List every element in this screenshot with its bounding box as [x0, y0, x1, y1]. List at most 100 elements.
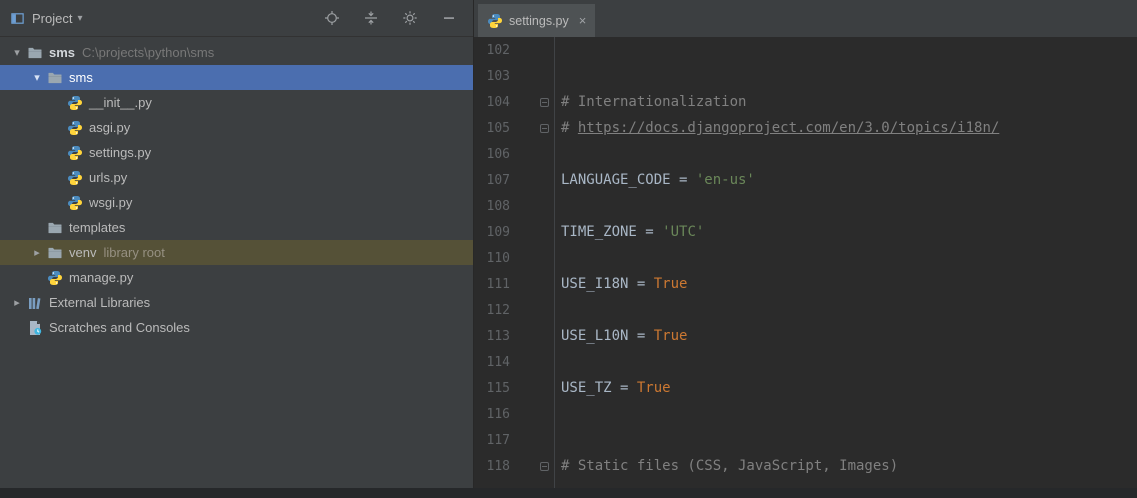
- tree-item-label: Scratches and Consoles: [49, 320, 190, 335]
- tree-item-label: sms: [49, 45, 76, 60]
- code-line-107[interactable]: 107 LANGUAGE_CODE = 'en-us': [474, 167, 1137, 193]
- window-bottom-edge: [0, 488, 1137, 498]
- line-number: 114: [486, 354, 510, 370]
- code-line-114[interactable]: 114: [474, 349, 1137, 375]
- project-toolwindow-icon: [9, 10, 25, 26]
- tree-item-label: manage.py: [69, 270, 134, 285]
- tree-item-scratches-and-consoles[interactable]: Scratches and Consoles: [0, 315, 473, 340]
- python-icon: [66, 120, 83, 136]
- python-icon: [66, 95, 83, 111]
- code-line-102[interactable]: 102: [474, 37, 1137, 63]
- line-number: 118: [486, 458, 510, 474]
- scratches-icon: [26, 320, 43, 336]
- editor: settings.py × 102 103 104 # Internationaliz…: [474, 0, 1137, 488]
- tree-item-label: sms: [69, 70, 93, 85]
- tab-settings-py[interactable]: settings.py ×: [478, 4, 596, 37]
- code-text: TIME_ZONE = 'UTC': [561, 224, 705, 240]
- code-line-111[interactable]: 111 USE_I18N = True: [474, 271, 1137, 297]
- gutter-border: [554, 37, 555, 488]
- main-area: Project ▾ ▾ sms C:\projects\python\sms ▾…: [0, 0, 1137, 488]
- code-line-116[interactable]: 116: [474, 401, 1137, 427]
- chevron-right-icon[interactable]: ▸: [8, 296, 26, 309]
- line-number: 109: [486, 224, 510, 240]
- tree-item-init-py[interactable]: __init__.py: [0, 90, 473, 115]
- libraries-icon: [26, 295, 43, 311]
- code-lines: 102 103 104 # Internationalization 105 # http…: [474, 37, 1137, 479]
- tree-item-label: __init__.py: [89, 95, 152, 110]
- folder-icon: [46, 245, 63, 261]
- code-line-117[interactable]: 117: [474, 427, 1137, 453]
- code-line-112[interactable]: 112: [474, 297, 1137, 323]
- tree-item-external-libraries[interactable]: ▸ External Libraries: [0, 290, 473, 315]
- hide-icon[interactable]: [441, 10, 457, 26]
- code-line-115[interactable]: 115 USE_TZ = True: [474, 375, 1137, 401]
- code-text: # Internationalization: [561, 94, 747, 110]
- tree-item-label: External Libraries: [49, 295, 151, 310]
- gear-icon[interactable]: [402, 10, 418, 26]
- tree-item-label: templates: [69, 220, 126, 235]
- line-number: 104: [486, 94, 510, 110]
- code-text: USE_I18N = True: [561, 276, 688, 292]
- code-line-113[interactable]: 113 USE_L10N = True: [474, 323, 1137, 349]
- editor-tab-bar: settings.py ×: [474, 0, 1137, 37]
- line-number: 116: [486, 406, 510, 422]
- code-line-103[interactable]: 103: [474, 63, 1137, 89]
- project-tree: ▾ sms C:\projects\python\sms ▾ sms __init__.p…: [0, 37, 473, 488]
- tree-item-label: wsgi.py: [89, 195, 133, 210]
- tree-item-label: asgi.py: [89, 120, 131, 135]
- tree-item-urls-py[interactable]: urls.py: [0, 165, 473, 190]
- code-text: # https://docs.djangoproject.com/en/3.0/…: [561, 120, 1000, 136]
- fold-marker-icon[interactable]: [510, 123, 554, 133]
- tree-item-extra: C:\projects\python\sms: [82, 45, 215, 60]
- tree-item-venv[interactable]: ▸ venv library root: [0, 240, 473, 265]
- line-number: 113: [486, 328, 510, 344]
- code-line-110[interactable]: 110: [474, 245, 1137, 271]
- fold-marker-icon[interactable]: [510, 461, 554, 471]
- code-text: # Static files (CSS, JavaScript, Images): [561, 458, 899, 474]
- project-title[interactable]: Project: [32, 11, 72, 26]
- tree-item-wsgi-py[interactable]: wsgi.py: [0, 190, 473, 215]
- line-number: 111: [486, 276, 510, 292]
- chevron-down-icon[interactable]: ▾: [77, 13, 82, 24]
- folder-icon: [26, 45, 43, 61]
- tree-item-sms[interactable]: ▾ sms: [0, 65, 473, 90]
- code-text: LANGUAGE_CODE = 'en-us': [561, 172, 755, 188]
- chevron-down-icon[interactable]: ▾: [28, 71, 46, 84]
- code-area[interactable]: 102 103 104 # Internationalization 105 # http…: [474, 37, 1137, 488]
- tree-item-settings-py[interactable]: settings.py: [0, 140, 473, 165]
- close-icon[interactable]: ×: [579, 13, 587, 28]
- line-number: 115: [486, 380, 510, 396]
- tree-item-label: settings.py: [89, 145, 152, 160]
- chevron-down-icon[interactable]: ▾: [8, 46, 26, 59]
- folder-icon: [46, 220, 63, 236]
- code-line-109[interactable]: 109 TIME_ZONE = 'UTC': [474, 219, 1137, 245]
- code-line-105[interactable]: 105 # https://docs.djangoproject.com/en/3…: [474, 115, 1137, 141]
- tree-item-manage-py[interactable]: manage.py: [0, 265, 473, 290]
- project-panel-header: Project ▾: [0, 0, 473, 37]
- python-file-icon: [487, 13, 503, 29]
- line-number: 117: [486, 432, 510, 448]
- code-line-104[interactable]: 104 # Internationalization: [474, 89, 1137, 115]
- tree-item-templates[interactable]: templates: [0, 215, 473, 240]
- chevron-right-icon[interactable]: ▸: [28, 246, 46, 259]
- code-line-106[interactable]: 106: [474, 141, 1137, 167]
- tree-item-asgi-py[interactable]: asgi.py: [0, 115, 473, 140]
- line-number: 112: [486, 302, 510, 318]
- tree-item-label: venv: [69, 245, 97, 260]
- python-icon: [46, 270, 63, 286]
- collapse-all-icon[interactable]: [363, 10, 379, 26]
- line-number: 107: [486, 172, 510, 188]
- line-number: 106: [486, 146, 510, 162]
- python-icon: [66, 170, 83, 186]
- code-line-108[interactable]: 108: [474, 193, 1137, 219]
- tab-label: settings.py: [509, 13, 569, 28]
- locate-icon[interactable]: [324, 10, 340, 26]
- code-text: USE_TZ = True: [561, 380, 671, 396]
- code-line-118[interactable]: 118 # Static files (CSS, JavaScript, Imag…: [474, 453, 1137, 479]
- line-number: 105: [486, 120, 510, 136]
- code-text: USE_L10N = True: [561, 328, 688, 344]
- line-number: 102: [486, 42, 510, 58]
- tree-item-label: urls.py: [89, 170, 128, 185]
- fold-marker-icon[interactable]: [510, 97, 554, 107]
- tree-item-sms[interactable]: ▾ sms C:\projects\python\sms: [0, 40, 473, 65]
